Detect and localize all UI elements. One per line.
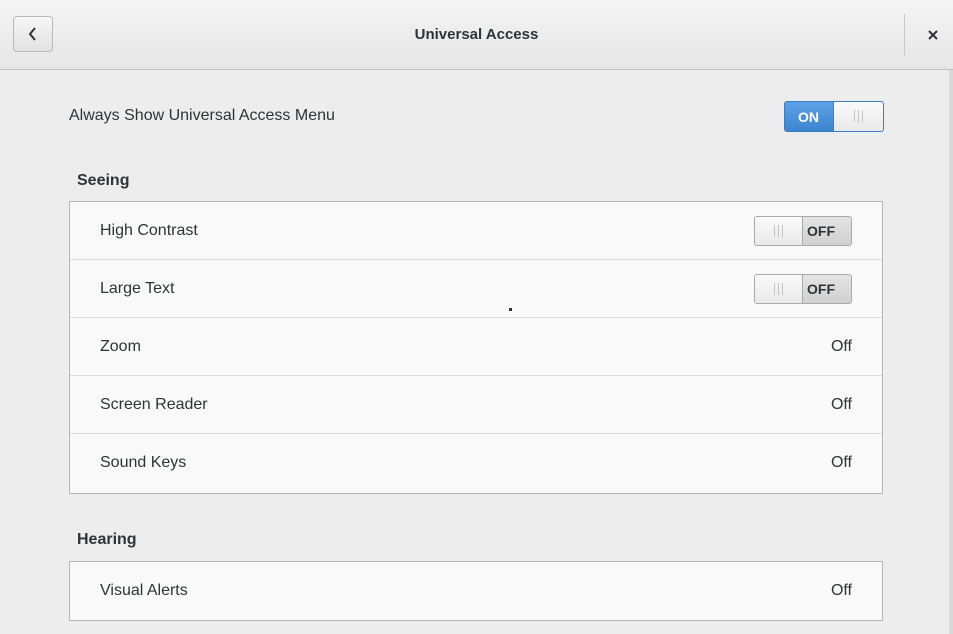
zoom-row[interactable]: Zoom Off <box>70 318 882 376</box>
switch-state-label: OFF <box>807 281 835 297</box>
seeing-heading: Seeing <box>77 172 130 189</box>
grip-line <box>854 110 855 122</box>
seeing-list: High Contrast OFF Large Text OFF Zoom Of… <box>69 201 883 494</box>
close-button[interactable] <box>918 24 948 46</box>
grip-line <box>774 283 775 295</box>
grip-line <box>858 110 859 122</box>
grip-line <box>782 225 783 237</box>
header-bar: Universal Access <box>0 0 953 70</box>
sound-keys-label: Sound Keys <box>100 454 187 471</box>
sound-keys-value: Off <box>830 454 852 471</box>
always-show-menu-switch[interactable]: ON <box>784 101 884 132</box>
hearing-list: Visual Alerts Off <box>69 561 883 621</box>
header-separator <box>904 14 905 56</box>
large-text-row[interactable]: Large Text OFF <box>70 260 882 318</box>
scrollbar[interactable] <box>949 70 953 634</box>
zoom-label: Zoom <box>100 338 141 355</box>
hearing-heading: Hearing <box>77 531 137 548</box>
grip-line <box>774 225 775 237</box>
switch-state-label: ON <box>798 109 819 125</box>
screen-reader-row[interactable]: Screen Reader Off <box>70 376 882 434</box>
high-contrast-row[interactable]: High Contrast OFF <box>70 202 882 260</box>
grip-line <box>778 225 779 237</box>
universal-access-window: Universal Access Always Show Universal A… <box>0 0 953 634</box>
switch-knob <box>755 217 803 245</box>
high-contrast-label: High Contrast <box>100 222 198 239</box>
switch-knob <box>833 102 883 131</box>
screen-reader-value: Off <box>830 396 852 413</box>
visual-alerts-row[interactable]: Visual Alerts Off <box>70 562 882 620</box>
grip-line <box>862 110 863 122</box>
sound-keys-row[interactable]: Sound Keys Off <box>70 434 882 492</box>
grip-line <box>778 283 779 295</box>
switch-knob <box>755 275 803 303</box>
large-text-label: Large Text <box>100 280 175 297</box>
mouse-cursor <box>509 308 512 311</box>
screen-reader-label: Screen Reader <box>100 396 208 413</box>
visual-alerts-value: Off <box>830 582 852 599</box>
window-title: Universal Access <box>414 26 539 43</box>
switch-state-label: OFF <box>807 223 835 239</box>
close-icon <box>927 29 939 41</box>
high-contrast-switch[interactable]: OFF <box>754 216 852 246</box>
always-show-menu-label: Always Show Universal Access Menu <box>69 107 335 124</box>
zoom-value: Off <box>830 338 852 355</box>
visual-alerts-label: Visual Alerts <box>100 582 188 599</box>
large-text-switch[interactable]: OFF <box>754 274 852 304</box>
grip-line <box>782 283 783 295</box>
